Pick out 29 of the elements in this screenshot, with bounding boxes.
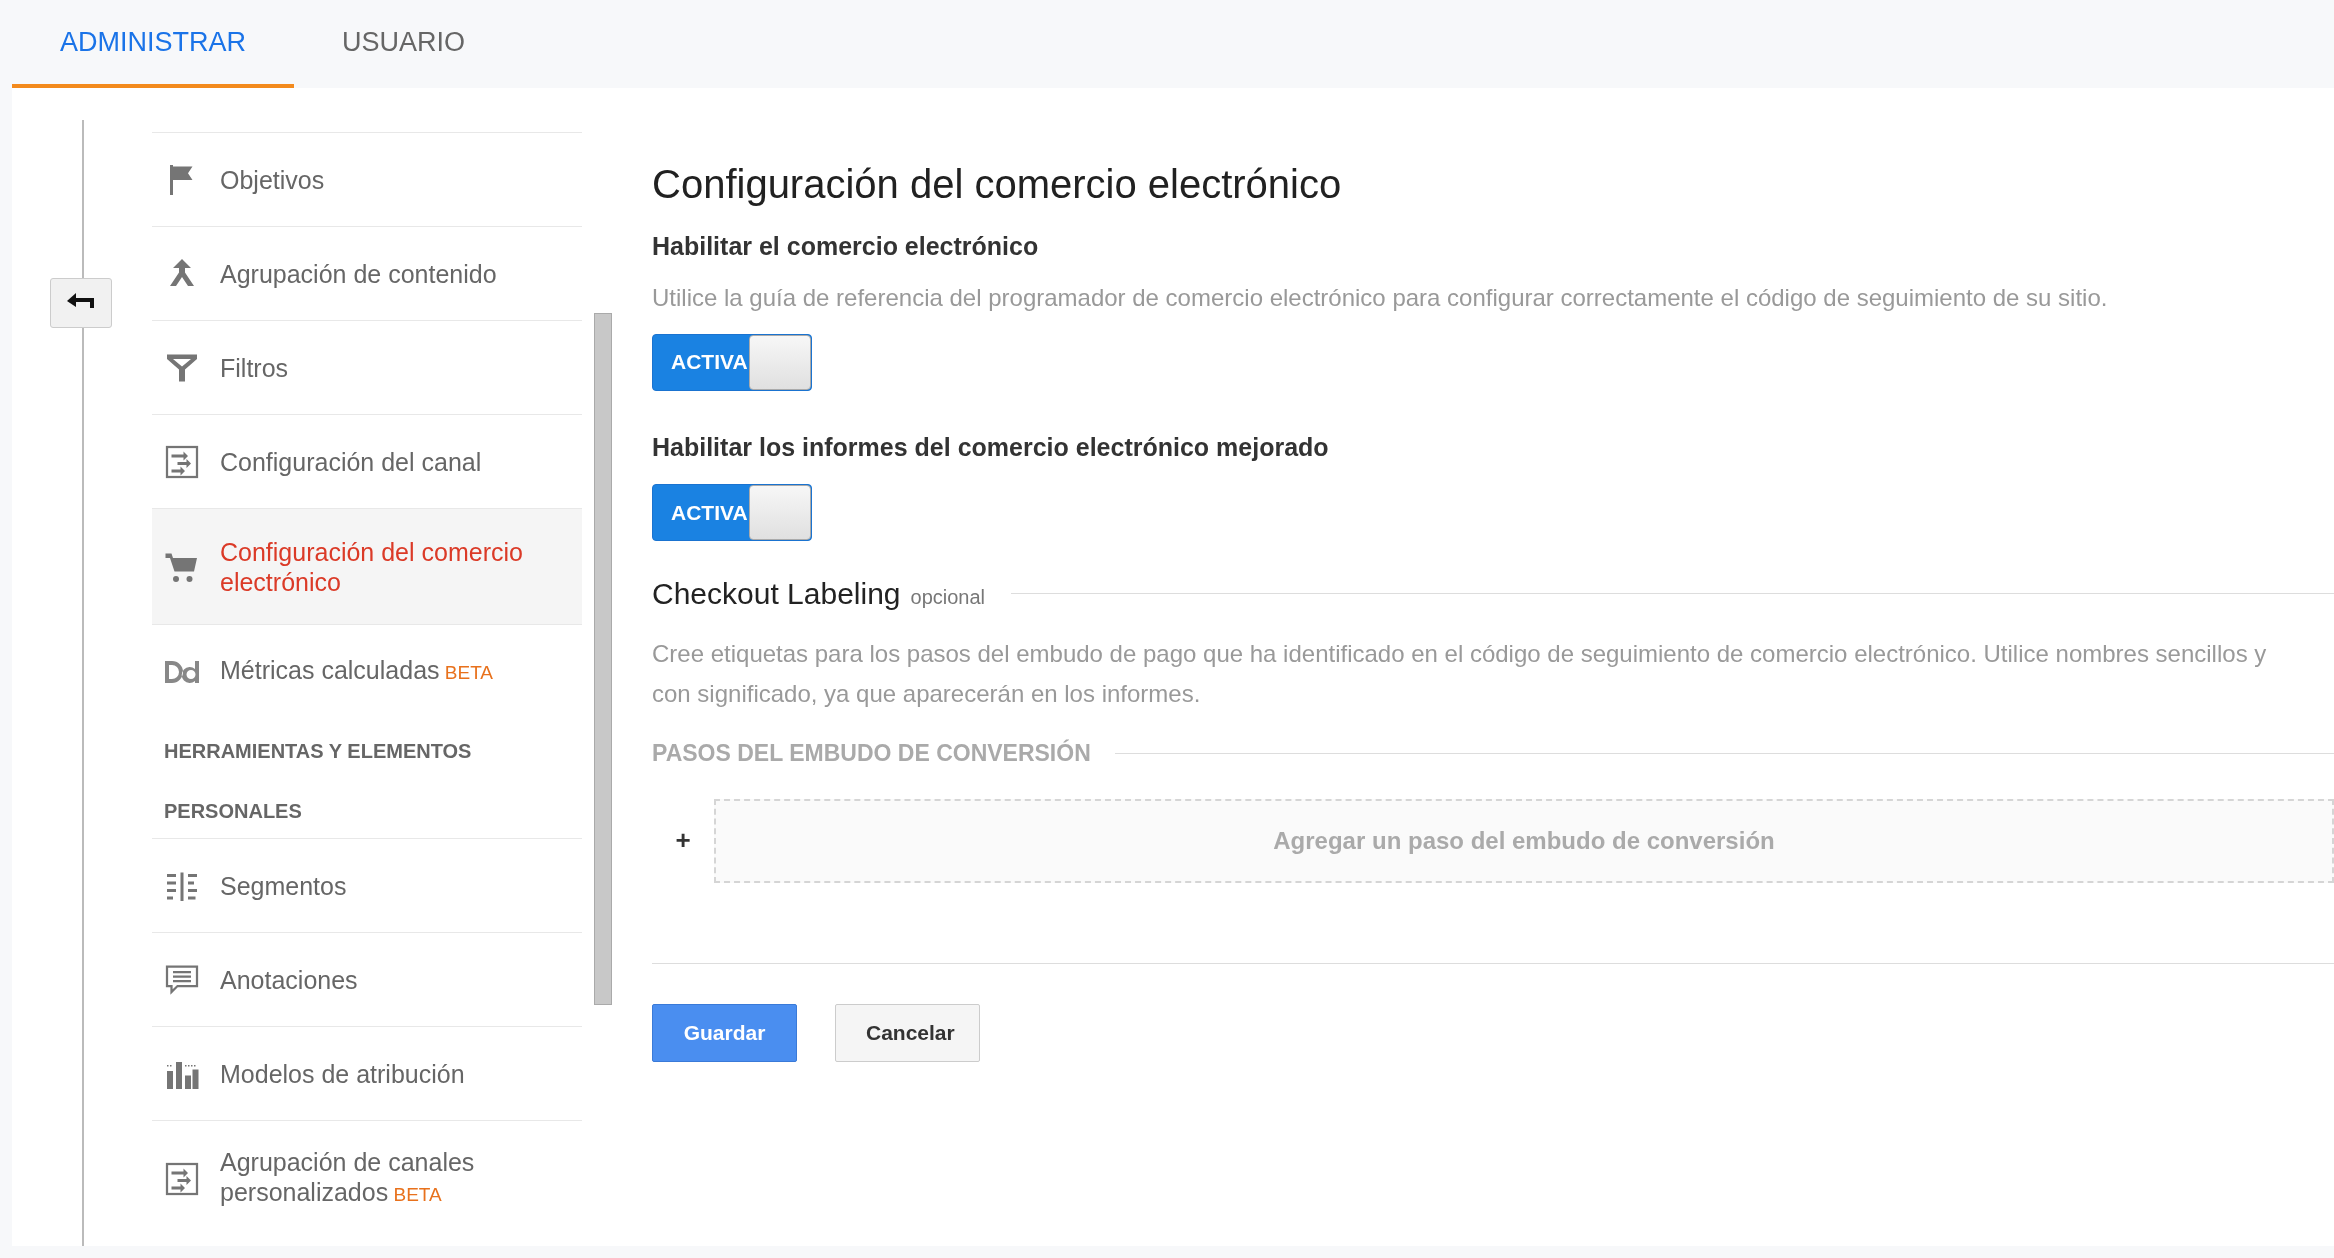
toggle-switch[interactable]: ACTIVA: [652, 333, 812, 391]
section-title: Checkout Labeling: [652, 576, 901, 612]
sidebar-item[interactable]: Modelos de atribución: [152, 1026, 582, 1120]
sidebar-item[interactable]: Configuración del comercio electrónico: [152, 508, 582, 624]
scrollbar[interactable]: [594, 313, 612, 1005]
steps-heading: PASOS DEL EMBUDO DE CONVERSIÓN: [652, 738, 1091, 768]
arrows-box-icon: [164, 443, 200, 480]
save-button[interactable]: Guardar: [652, 1003, 797, 1062]
setting-heading: Habilitar los informes del comercio electrónico mejorado: [652, 431, 1330, 463]
section-description: Cree etiquetas para los pasos del embudo de pago que ha identificado en el código de seguimiento de comercio electrónico. Utilice nombres sencillos y con significado, ya que aparecerán en los informes.: [652, 639, 2268, 709]
plus-icon: +: [652, 821, 714, 860]
cancel-button[interactable]: Cancelar: [835, 1003, 980, 1062]
sidebar-item[interactable]: Anotaciones: [152, 932, 582, 1026]
optional-label: opcional: [910, 584, 986, 610]
sidebar-item[interactable]: Métricas calculadas BETA: [152, 624, 582, 718]
setting-description: Utilice la guía de referencia del programador de comercio electrónico para configurar correctamente el código de seguimiento de su sitio.: [652, 282, 2109, 313]
setting-heading: Habilitar el comercio electrónico: [652, 231, 1040, 262]
sidebar-item[interactable]: Agrupación de contenido: [152, 226, 582, 320]
section-heading: HERRAMIENTAS Y ELEMENTOS: [163, 739, 473, 764]
toggle-switch[interactable]: ACTIVA: [652, 484, 812, 541]
sidebar-item[interactable]: Objetivos: [152, 132, 582, 226]
sidebar-item[interactable]: Agrupación de canales personalizados BETA: [152, 1120, 582, 1236]
tab[interactable]: USUARIO: [294, 0, 514, 88]
back-button[interactable]: [50, 278, 112, 328]
page-title: Configuración del comercio electrónico: [652, 161, 1343, 208]
section-heading: PERSONALES: [163, 799, 303, 824]
arrows-box-icon: [164, 1160, 200, 1197]
sidebar-item[interactable]: Filtros: [152, 320, 582, 414]
sidebar-item[interactable]: Segmentos: [152, 838, 582, 932]
